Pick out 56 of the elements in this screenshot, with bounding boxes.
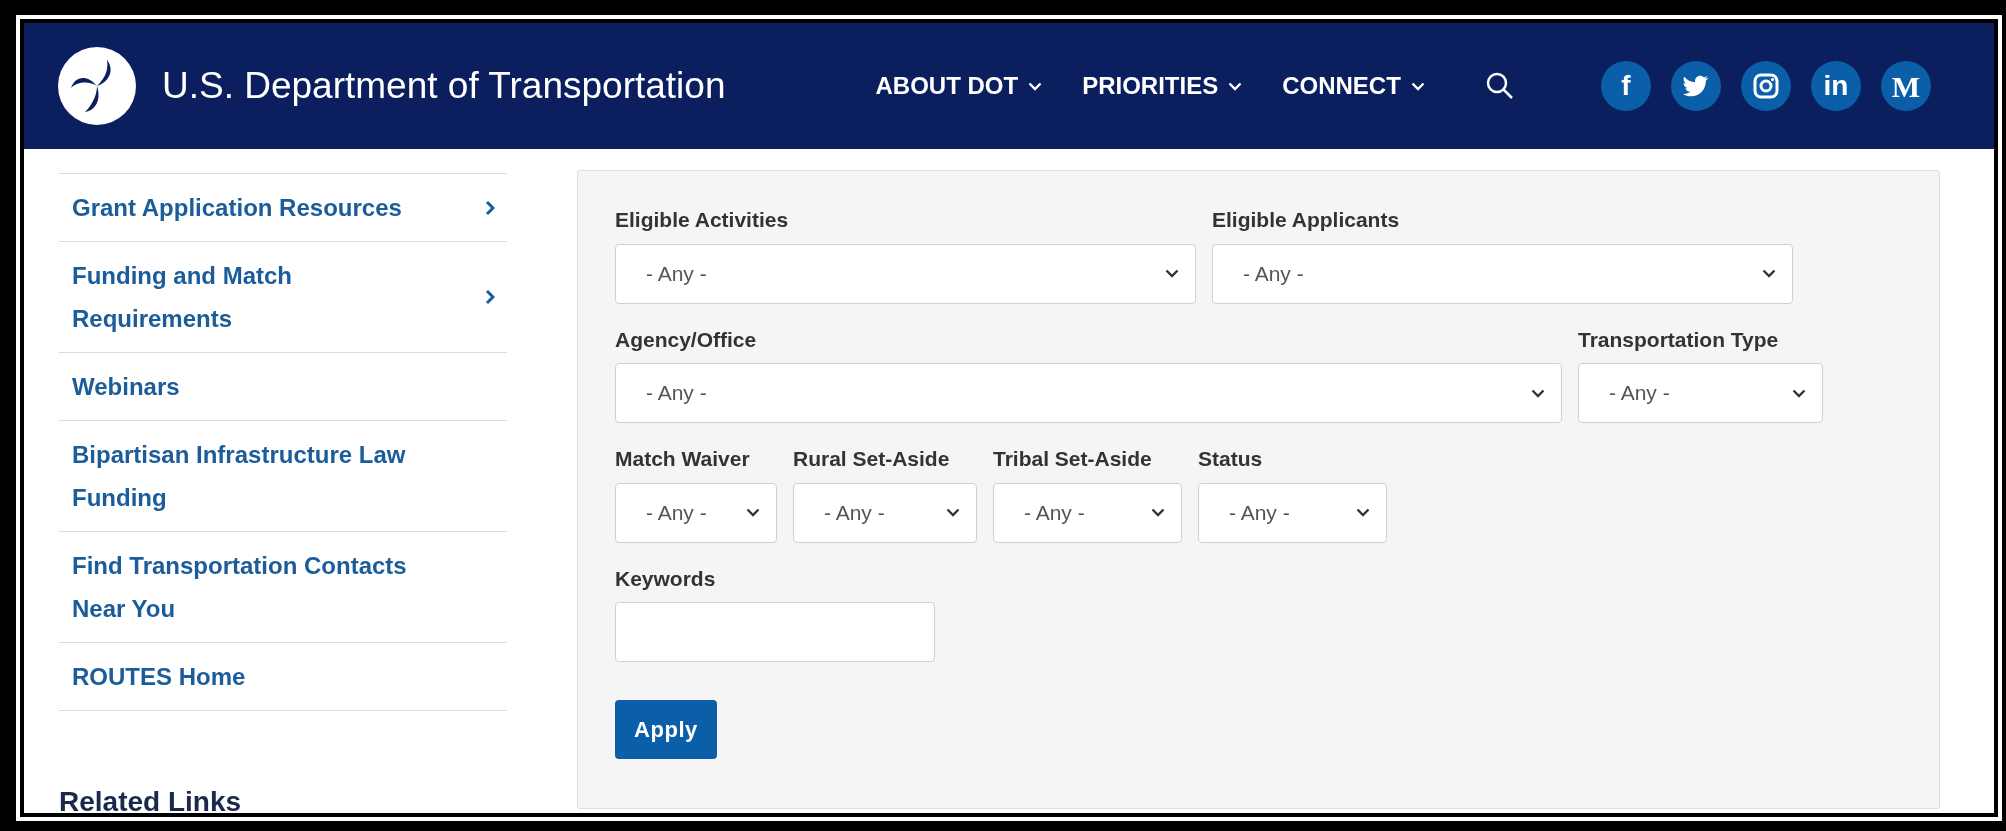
field-label: Tribal Set-Aside [993, 446, 1153, 472]
sidebar-link[interactable]: Webinars [72, 365, 432, 408]
sidebar-item[interactable]: Grant Application Resources [59, 174, 507, 242]
field-label: Eligible Applicants [1212, 207, 1401, 233]
nav-menu[interactable]: CONNECT [1282, 68, 1425, 104]
sidebar-link[interactable]: Grant Application Resources [72, 186, 432, 229]
social-link[interactable]: M [1880, 61, 1931, 111]
select-field[interactable]: - Any - [1212, 243, 1793, 304]
search-icon[interactable] [1484, 71, 1515, 101]
field-label: Agency/Office [615, 326, 758, 353]
chevron-right-icon[interactable] [485, 289, 495, 305]
chevron-down-icon [1151, 508, 1165, 517]
chevron-right-icon[interactable] [485, 199, 495, 216]
social-link[interactable]: in [1810, 61, 1861, 111]
chevron-down-icon [1531, 388, 1545, 398]
select-field[interactable]: - Any - [615, 363, 1562, 423]
select-field[interactable]: - Any - [993, 482, 1182, 543]
site-title[interactable]: U.S. Department of Transportation [162, 58, 726, 114]
sidebar-item[interactable]: ROUTES Home [59, 643, 507, 711]
sidebar-link[interactable]: Funding and Match Requirements [72, 254, 432, 340]
apply-button[interactable]: Apply [615, 700, 717, 759]
chevron-down-icon [1228, 81, 1243, 91]
select-field[interactable]: - Any - [615, 482, 777, 543]
input-field[interactable] [615, 602, 935, 662]
sidebar-item[interactable]: Webinars [59, 353, 507, 421]
chevron-down-icon [1165, 269, 1179, 278]
nav-menu[interactable]: PRIORITIES [1082, 68, 1243, 104]
select-field[interactable]: - Any - [793, 482, 977, 543]
sidebar-link[interactable]: ROUTES Home [72, 655, 432, 698]
select-field[interactable]: - Any - [1198, 482, 1387, 543]
field-label: Transportation Type [1578, 326, 1780, 353]
nav-menu[interactable]: ABOUT DOT [875, 68, 1043, 104]
select-field[interactable]: - Any - [1578, 363, 1823, 423]
chevron-down-icon [1792, 388, 1806, 398]
sidebar-link[interactable]: Bipartisan Infrastructure Law Funding [72, 433, 432, 519]
section-heading: Related Links [59, 785, 243, 813]
field-label: Keywords [615, 565, 717, 592]
chevron-down-icon [946, 508, 960, 517]
social-link[interactable]: f [1600, 61, 1651, 111]
sidebar-item[interactable]: Bipartisan Infrastructure Law Funding [59, 421, 507, 532]
chevron-down-icon [746, 508, 760, 517]
field-label: Status [1198, 446, 1264, 472]
sidebar-item[interactable]: Funding and Match Requirements [59, 242, 507, 353]
logo-icon[interactable] [57, 46, 137, 126]
chevron-down-icon [1356, 508, 1370, 517]
select-field[interactable]: - Any - [615, 243, 1196, 304]
chevron-down-icon [1762, 269, 1776, 278]
bird-icon[interactable] [1670, 61, 1721, 111]
camera-icon[interactable] [1740, 61, 1791, 111]
sidebar-link[interactable]: Find Transportation Contacts Near You [72, 544, 432, 630]
field-label: Match Waiver [615, 446, 751, 472]
field-label: Rural Set-Aside [793, 446, 951, 472]
chevron-down-icon [1028, 81, 1043, 91]
field-label: Eligible Activities [615, 207, 790, 233]
sidebar-item[interactable]: Find Transportation Contacts Near You [59, 532, 507, 643]
chevron-down-icon [1410, 81, 1425, 91]
